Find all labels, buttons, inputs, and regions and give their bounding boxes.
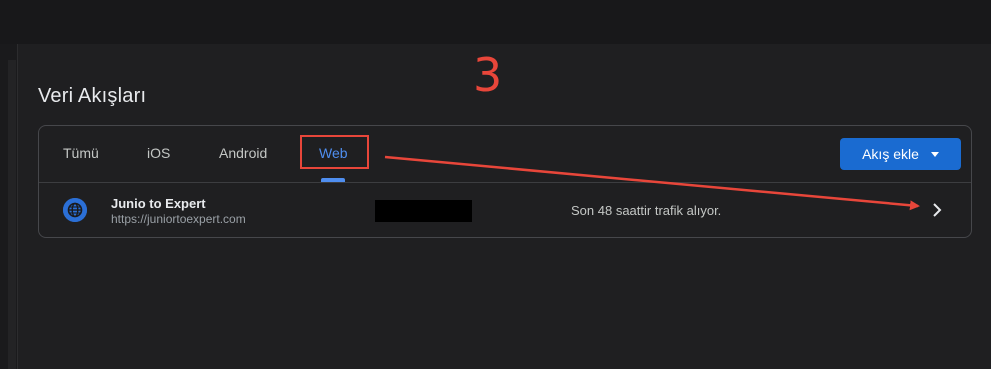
rail-scroll-track xyxy=(8,60,16,369)
globe-icon xyxy=(63,198,87,222)
active-tab-indicator xyxy=(321,178,345,182)
page-title: Veri Akışları xyxy=(38,85,147,107)
tab-ios[interactable]: iOS xyxy=(147,145,170,161)
stream-row[interactable]: Junio to Expert https://juniortoexpert.c… xyxy=(39,183,971,237)
chevron-right-icon[interactable] xyxy=(928,201,946,219)
traffic-status: Son 48 saattir trafik alıyor. xyxy=(571,203,722,218)
redacted-stream-id xyxy=(375,200,472,222)
data-streams-card: Tümü iOS Android Web Akış ekle Junio to … xyxy=(38,125,972,238)
annotation-step-number: 3 xyxy=(473,48,503,102)
tab-all[interactable]: Tümü xyxy=(63,145,99,161)
add-stream-button[interactable]: Akış ekle xyxy=(840,138,961,170)
caret-down-icon xyxy=(930,151,939,157)
tab-android[interactable]: Android xyxy=(219,145,267,161)
add-stream-button-label: Akış ekle xyxy=(862,146,919,162)
left-navigation-rail xyxy=(0,44,18,369)
stream-url: https://juniortoexpert.com xyxy=(111,212,246,226)
top-bar xyxy=(0,0,991,44)
stream-filter-tabs: Tümü iOS Android Web Akış ekle xyxy=(39,126,971,183)
stream-name: Junio to Expert xyxy=(111,196,206,211)
annotation-highlight-box xyxy=(300,135,369,169)
